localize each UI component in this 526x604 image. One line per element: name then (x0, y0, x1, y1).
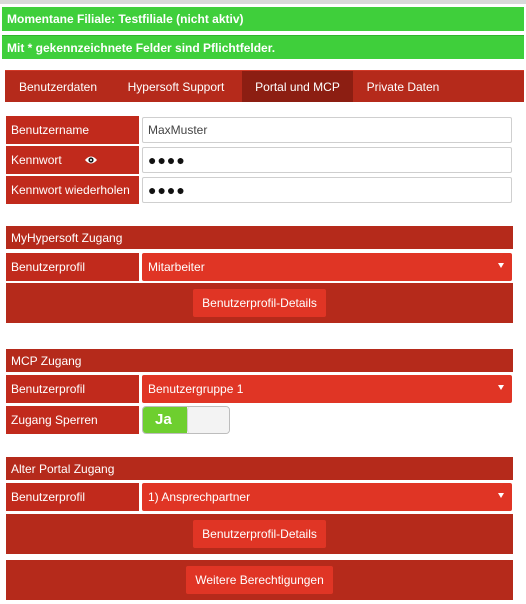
toggle-on-label: Ja (143, 407, 187, 433)
old-portal-profile-value: 1) Ansprechpartner (148, 490, 251, 504)
password-input[interactable]: ●●●● (142, 147, 512, 173)
old-portal-details-button[interactable]: Benutzerprofil-Details (193, 520, 326, 548)
top-divider (0, 0, 526, 4)
old-portal-profile-row: Benutzerprofil 1) Ansprechpartner (6, 483, 512, 511)
myhypersoft-profile-label: Benutzerprofil (6, 253, 139, 281)
old-portal-profile-label: Benutzerprofil (6, 483, 139, 511)
username-input[interactable]: MaxMuster (142, 117, 512, 143)
mcp-profile-label: Benutzerprofil (6, 375, 139, 403)
tab-benutzerdaten[interactable]: Benutzerdaten (5, 71, 111, 102)
mcp-profile-value: Benutzergruppe 1 (148, 382, 244, 396)
password-row: Kennwort ●●●● (6, 146, 512, 174)
required-fields-banner: Mit * gekennzeichnete Felder sind Pflich… (2, 35, 524, 59)
branch-banner: Momentane Filiale: Testfiliale (nicht ak… (2, 7, 524, 31)
myhypersoft-section-title: MyHypersoft Zugang (6, 226, 513, 249)
chevron-down-icon (498, 263, 504, 268)
myhypersoft-profile-select[interactable]: Mitarbeiter (142, 253, 512, 281)
tab-bar: Benutzerdaten Hypersoft Support Portal u… (5, 70, 524, 102)
myhypersoft-profile-value: Mitarbeiter (148, 260, 205, 274)
password-label-text: Kennwort (11, 153, 62, 167)
username-row: Benutzername MaxMuster (6, 116, 512, 144)
myhypersoft-details-button[interactable]: Benutzerprofil-Details (193, 289, 326, 317)
password-repeat-row: Kennwort wiederholen ●●●● (6, 176, 512, 204)
mcp-section-title: MCP Zugang (6, 349, 513, 372)
mcp-lock-label: Zugang Sperren (6, 406, 139, 434)
mcp-profile-select[interactable]: Benutzergruppe 1 (142, 375, 512, 403)
chevron-down-icon (498, 385, 504, 390)
tab-private-daten[interactable]: Private Daten (353, 71, 453, 102)
chevron-down-icon (498, 493, 504, 498)
eye-icon[interactable] (84, 154, 98, 166)
password-label: Kennwort (6, 146, 139, 174)
tab-portal-und-mcp[interactable]: Portal und MCP (242, 71, 353, 102)
myhypersoft-details-panel: Benutzerprofil-Details (6, 283, 513, 323)
old-portal-details-panel: Benutzerprofil-Details (6, 514, 513, 554)
toggle-knob (187, 407, 229, 433)
myhypersoft-profile-row: Benutzerprofil Mitarbeiter (6, 253, 512, 281)
more-permissions-panel: Weitere Berechtigungen (6, 560, 513, 600)
password-repeat-input[interactable]: ●●●● (142, 177, 512, 203)
mcp-profile-row: Benutzerprofil Benutzergruppe 1 (6, 375, 512, 403)
mcp-lock-row: Zugang Sperren Ja (6, 406, 512, 434)
old-portal-profile-select[interactable]: 1) Ansprechpartner (142, 483, 512, 511)
old-portal-section-title: Alter Portal Zugang (6, 457, 513, 480)
password-repeat-label: Kennwort wiederholen (6, 176, 139, 204)
more-permissions-button[interactable]: Weitere Berechtigungen (186, 566, 333, 594)
username-label: Benutzername (6, 116, 139, 144)
lock-access-toggle[interactable]: Ja (142, 406, 230, 434)
tab-hypersoft-support[interactable]: Hypersoft Support (111, 71, 241, 102)
